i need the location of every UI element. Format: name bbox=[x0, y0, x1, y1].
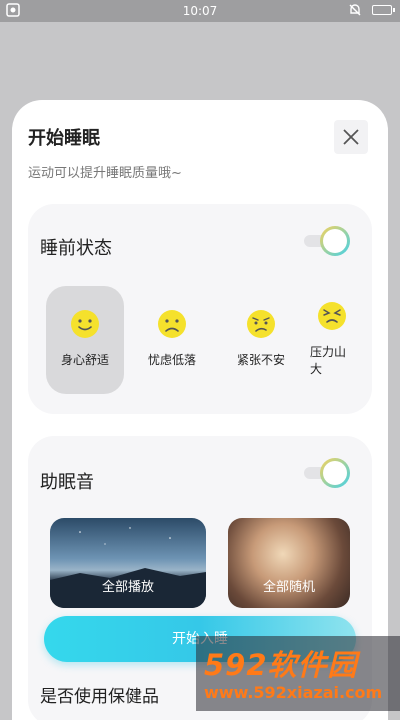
smile-face-icon bbox=[71, 310, 99, 338]
mood-list: 身心舒适 忧虑低落 紧张不安 压力山大 bbox=[28, 286, 372, 394]
mood-label: 紧张不安 bbox=[236, 353, 285, 367]
sleep-sound-title: 助眠音 bbox=[40, 472, 94, 493]
supplement-card-title: 是否使用保健品 bbox=[40, 687, 159, 707]
pre-sleep-title: 睡前状态 bbox=[40, 238, 112, 259]
sheet-title: 开始睡眠 bbox=[28, 128, 100, 149]
sound-option-play-all[interactable]: 全部播放 bbox=[50, 518, 206, 608]
watermark: 592软件园 www.592xiazai.com bbox=[196, 636, 400, 711]
mood-item-nervous[interactable]: 紧张不安 bbox=[222, 286, 300, 394]
close-button[interactable] bbox=[334, 120, 368, 154]
status-bar: 10:07 bbox=[0, 0, 400, 22]
pre-sleep-toggle[interactable] bbox=[304, 226, 350, 256]
pre-sleep-card: 睡前状态 身心舒适 忧虑低落 紧张不安 压力山大 bbox=[28, 204, 372, 414]
sound-option-label: 全部播放 bbox=[101, 580, 154, 595]
sad-face-icon bbox=[158, 310, 186, 338]
sound-option-label: 全部随机 bbox=[262, 580, 315, 595]
watermark-url: www.592xiazai.com bbox=[204, 683, 383, 702]
battery-charging-icon bbox=[372, 5, 395, 15]
stressed-face-icon bbox=[318, 302, 346, 330]
mood-item-stressed[interactable]: 压力山大 bbox=[306, 286, 366, 394]
watermark-brand: 592软件园 bbox=[204, 648, 358, 682]
mood-item-low[interactable]: 忧虑低落 bbox=[133, 286, 211, 394]
sheet-subtitle: 运动可以提升睡眠质量哦~ bbox=[28, 166, 182, 181]
mood-item-comfortable[interactable]: 身心舒适 bbox=[46, 286, 124, 394]
worried-face-icon bbox=[247, 310, 275, 338]
bell-off-icon bbox=[348, 3, 362, 20]
sleep-sound-toggle[interactable] bbox=[304, 458, 350, 488]
status-time: 10:07 bbox=[182, 4, 218, 18]
sound-option-shuffle-all[interactable]: 全部随机 bbox=[228, 518, 350, 608]
mood-label: 身心舒适 bbox=[60, 353, 109, 367]
mood-label: 忧虑低落 bbox=[147, 353, 196, 367]
start-sleep-sheet: 开始睡眠 运动可以提升睡眠质量哦~ 睡前状态 身心舒适 忧虑低落 紧张不安 压力… bbox=[12, 100, 388, 720]
mood-label: 压力山大 bbox=[310, 345, 347, 376]
